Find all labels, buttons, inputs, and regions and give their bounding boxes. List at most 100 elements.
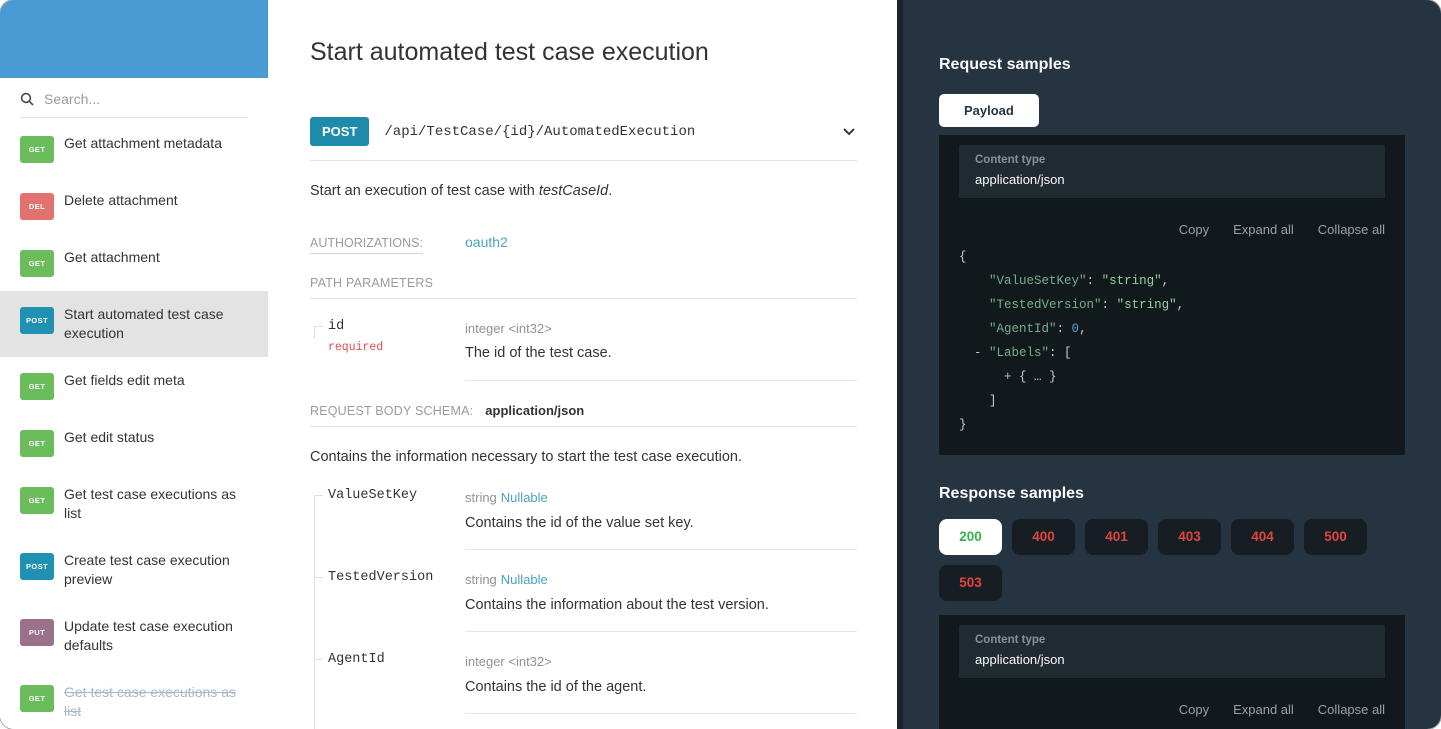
sidebar-menu: GETGet attachment metadataDELDelete atta… bbox=[0, 118, 268, 729]
page-title: Start automated test case execution bbox=[310, 38, 857, 67]
code-token: { bbox=[959, 250, 967, 264]
code-token: : [ bbox=[1049, 346, 1072, 360]
sidebar-item-label: Get fields edit meta bbox=[64, 371, 185, 390]
request-samples-title: Request samples bbox=[939, 56, 1405, 74]
status-code-tab-200[interactable]: 200 bbox=[939, 519, 1002, 555]
search-box[interactable] bbox=[20, 90, 248, 118]
code-line: "TestedVersion": "string", bbox=[959, 293, 1385, 317]
content-type-value: application/json bbox=[975, 172, 1369, 187]
parameter-name: TestedVersion bbox=[328, 570, 433, 585]
code-token: "string" bbox=[1102, 274, 1162, 288]
code-token: : bbox=[1057, 322, 1072, 336]
content-type-select[interactable]: Content type application/json bbox=[959, 625, 1385, 678]
parameter-details: integer <int32>Contains the id of the ag… bbox=[465, 652, 857, 714]
copy-button[interactable]: Copy bbox=[1179, 222, 1209, 237]
response-samples-title: Response samples bbox=[939, 485, 1405, 503]
sidebar-item[interactable]: GETGet attachment metadata bbox=[0, 120, 268, 177]
sidebar-item[interactable]: PUT Update test case execution defaults bbox=[0, 603, 268, 669]
response-sample-code: 0 bbox=[959, 725, 1385, 729]
method-badge: POST bbox=[20, 553, 54, 580]
parameter-description: The id of the test case. bbox=[465, 342, 857, 364]
parameter-row: ValueSetKey stringNullableContains the id… bbox=[310, 468, 857, 550]
code-token: 0 bbox=[1072, 322, 1080, 336]
status-code-tab-404[interactable]: 404 bbox=[1231, 519, 1294, 555]
samples-panel: Request samples Payload Content type app… bbox=[897, 0, 1441, 729]
request-sample-code: { "ValueSetKey": "string", "TestedVersio… bbox=[959, 245, 1385, 437]
payload-tab[interactable]: Payload bbox=[939, 94, 1039, 127]
sidebar-item[interactable]: GETGet fields edit meta bbox=[0, 357, 268, 414]
status-code-tab-403[interactable]: 403 bbox=[1158, 519, 1221, 555]
response-sample-panel: Content type application/json Copy Expand… bbox=[939, 615, 1405, 729]
description-text: Start an execution of test case with bbox=[310, 183, 539, 199]
request-body-label: REQUEST BODY SCHEMA: bbox=[310, 404, 473, 418]
chevron-down-icon[interactable] bbox=[841, 124, 857, 140]
code-token: , bbox=[1079, 322, 1087, 336]
sidebar-item[interactable]: POSTStart automated test case execution bbox=[0, 291, 268, 357]
code-token: ] bbox=[959, 394, 997, 408]
status-code-tabs: 200 400 401 403 404 500 503 bbox=[939, 519, 1405, 601]
method-badge: PUT bbox=[20, 619, 54, 646]
search-input[interactable] bbox=[42, 90, 248, 108]
expand-all-button[interactable]: Expand all bbox=[1233, 222, 1294, 237]
code-token: "TestedVersion" bbox=[989, 298, 1102, 312]
code-token[interactable]: - bbox=[959, 346, 989, 360]
code-line: "ValueSetKey": "string", bbox=[959, 269, 1385, 293]
copy-button[interactable]: Copy bbox=[1179, 702, 1209, 717]
content-type-select[interactable]: Content type application/json bbox=[959, 145, 1385, 198]
status-code-tab-500[interactable]: 500 bbox=[1304, 519, 1367, 555]
search-icon bbox=[20, 92, 34, 106]
code-token: "string" bbox=[1117, 298, 1177, 312]
status-code-tab-503[interactable]: 503 bbox=[939, 565, 1002, 601]
status-code-tab-400[interactable]: 400 bbox=[1012, 519, 1075, 555]
body-parameters-list: ValueSetKey stringNullableContains the id… bbox=[310, 468, 857, 729]
parameter-name: AgentId bbox=[328, 652, 385, 667]
collapse-all-button[interactable]: Collapse all bbox=[1318, 702, 1385, 717]
sidebar-item[interactable]: GETGet attachment bbox=[0, 234, 268, 291]
status-code-tab-401[interactable]: 401 bbox=[1085, 519, 1148, 555]
code-line: - "Labels": [ bbox=[959, 341, 1385, 365]
oauth2-link[interactable]: oauth2 bbox=[465, 234, 857, 250]
description-emphasis: testCaseId bbox=[539, 183, 608, 199]
response-sample-actions: Copy Expand all Collapse all bbox=[959, 702, 1385, 717]
code-token: "ValueSetKey" bbox=[989, 274, 1087, 288]
parameter-type: integer <int32> bbox=[465, 652, 857, 672]
code-token: "Labels" bbox=[989, 346, 1049, 360]
method-badge: GET bbox=[20, 136, 54, 163]
code-token bbox=[959, 274, 989, 288]
code-line: } bbox=[959, 413, 1385, 437]
sidebar-item[interactable]: POST Create test case execution preview bbox=[0, 537, 268, 603]
content-type-label: Content type bbox=[975, 634, 1369, 646]
collapse-all-button[interactable]: Collapse all bbox=[1318, 222, 1385, 237]
sidebar-item[interactable]: DELDelete attachment bbox=[0, 177, 268, 234]
request-body-content-type: application/json bbox=[485, 403, 584, 418]
operation-description: Start an execution of test case with tes… bbox=[310, 181, 857, 203]
api-docs-window: GETGet attachment metadataDELDelete atta… bbox=[0, 0, 1441, 729]
request-body-description: Contains the information necessary to st… bbox=[310, 447, 857, 469]
request-sample-panel: Content type application/json Copy Expand… bbox=[939, 135, 1405, 455]
parameter-name-cell: TestedVersion bbox=[310, 570, 465, 632]
request-sample-actions: Copy Expand all Collapse all bbox=[959, 222, 1385, 237]
code-line: ] bbox=[959, 389, 1385, 413]
sidebar-item[interactable]: GETGet test case executions as list bbox=[0, 669, 268, 729]
code-token bbox=[959, 322, 989, 336]
sidebar-item[interactable]: GETGet test case executions as list bbox=[0, 471, 268, 537]
code-token[interactable]: + bbox=[959, 370, 1019, 384]
http-method-badge: POST bbox=[310, 117, 369, 146]
parameter-row: idrequiredinteger <int32>The id of the t… bbox=[310, 299, 857, 381]
logo-banner bbox=[0, 0, 268, 78]
code-token: : bbox=[1102, 298, 1117, 312]
content-type-label: Content type bbox=[975, 154, 1369, 166]
expand-all-button[interactable]: Expand all bbox=[1233, 702, 1294, 717]
code-token: , bbox=[1162, 274, 1170, 288]
sidebar-item-label: Create test case execution preview bbox=[64, 551, 248, 589]
code-line: { bbox=[959, 245, 1385, 269]
sidebar-item-label: Get test case executions as list bbox=[64, 683, 248, 721]
parameter-details: integer <int32>The id of the test case. bbox=[465, 319, 857, 381]
parameter-name: ValueSetKey bbox=[328, 488, 417, 503]
method-badge: DEL bbox=[20, 193, 54, 220]
code-line: 0 bbox=[959, 725, 1385, 729]
sidebar-item[interactable]: GETGet edit status bbox=[0, 414, 268, 471]
sidebar-item-label: Update test case execution defaults bbox=[64, 617, 248, 655]
parameter-details: stringNullableContains the id of the val… bbox=[465, 488, 857, 550]
endpoint-row[interactable]: POST /api/TestCase/{id}/AutomatedExecuti… bbox=[310, 117, 857, 161]
